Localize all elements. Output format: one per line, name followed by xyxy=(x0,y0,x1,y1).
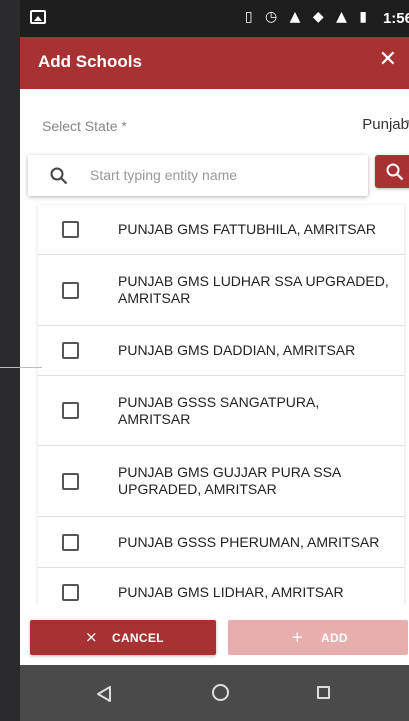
list-item-label: PUNJAB GMS GUJJAR PURA SSA UPGRADED, AMR… xyxy=(118,464,341,497)
checkbox[interactable] xyxy=(62,533,79,551)
search-box xyxy=(28,155,368,196)
add-button-label: ADD xyxy=(321,631,348,645)
state-select-value[interactable]: Punjab xyxy=(362,116,409,133)
app-screen: ▯ ◷ ▲ ◆ ▲ ▮ 1:56 Add Schools ✕ Select St… xyxy=(20,0,409,721)
list-item-label: PUNJAB GSSS SANGATPURA, AMRITSAR xyxy=(118,393,320,427)
checkbox[interactable] xyxy=(62,342,79,359)
checkbox[interactable] xyxy=(62,402,79,419)
system-nav-bar xyxy=(20,665,409,721)
list-item-label: PUNJAB GSSS PHERUMAN, AMRITSAR xyxy=(118,533,380,550)
action-bar: × CANCEL + ADD xyxy=(20,605,409,665)
status-time: 1:56 xyxy=(382,10,409,27)
list-item[interactable]: PUNJAB GSSS PHERUMAN, AMRITSAR xyxy=(38,517,404,568)
recent-apps-icon[interactable] xyxy=(317,686,330,699)
search-icon xyxy=(386,163,404,181)
status-bar: ▯ ◷ ▲ ◆ ▲ ▮ 1:56 xyxy=(20,0,409,37)
status-icons: ▯ ◷ ▲ ◆ ▲ ▮ xyxy=(244,9,371,25)
list-item[interactable]: PUNJAB GMS LUDHAR SSA UPGRADED, AMRITSAR xyxy=(38,255,404,326)
close-icon[interactable]: ✕ xyxy=(379,47,397,72)
list-item-label: PUNJAB GMS DADDIAN, AMRITSAR xyxy=(118,342,356,358)
list-item[interactable]: PUNJAB GSSS SANGATPURA, AMRITSAR xyxy=(38,376,404,446)
plus-icon: + xyxy=(291,628,304,646)
list-item-label: PUNJAB GMS FATTUBHILA, AMRITSAR xyxy=(118,221,377,237)
school-list: PUNJAB GMS FATTUBHILA, AMRITSAR PUNJAB G… xyxy=(38,205,404,605)
checkbox[interactable] xyxy=(62,584,79,601)
list-item[interactable]: PUNJAB GMS LIDHAR, AMRITSAR xyxy=(38,568,404,605)
checkbox[interactable] xyxy=(62,221,79,238)
cancel-button[interactable]: × CANCEL xyxy=(30,620,216,655)
page-title: Add Schools xyxy=(38,52,142,71)
dropdown-caret-icon xyxy=(405,120,409,126)
cancel-button-label: CANCEL xyxy=(112,631,164,645)
back-icon[interactable] xyxy=(96,685,112,703)
close-icon: × xyxy=(85,628,98,646)
checkbox[interactable] xyxy=(62,472,79,490)
gallery-notification-icon xyxy=(30,10,46,24)
list-item[interactable]: PUNJAB GMS FATTUBHILA, AMRITSAR xyxy=(38,205,404,255)
state-select[interactable]: Select State * Punjab xyxy=(20,100,409,150)
divider xyxy=(0,367,42,368)
search-input[interactable] xyxy=(90,161,350,189)
list-item-label: PUNJAB GMS LUDHAR SSA UPGRADED, AMRITSAR xyxy=(118,273,389,306)
state-select-label: Select State * xyxy=(42,118,127,134)
list-item-label: PUNJAB GMS LIDHAR, AMRITSAR xyxy=(118,584,344,600)
checkbox[interactable] xyxy=(62,281,79,299)
search-icon xyxy=(50,167,68,185)
search-button[interactable] xyxy=(375,155,409,188)
list-item[interactable]: PUNJAB GMS DADDIAN, AMRITSAR xyxy=(38,326,404,376)
app-bar: Add Schools ✕ xyxy=(20,37,409,89)
home-icon[interactable] xyxy=(212,684,229,701)
list-item[interactable]: PUNJAB GMS GUJJAR PURA SSA UPGRADED, AMR… xyxy=(38,446,404,517)
add-button[interactable]: + ADD xyxy=(228,620,408,655)
